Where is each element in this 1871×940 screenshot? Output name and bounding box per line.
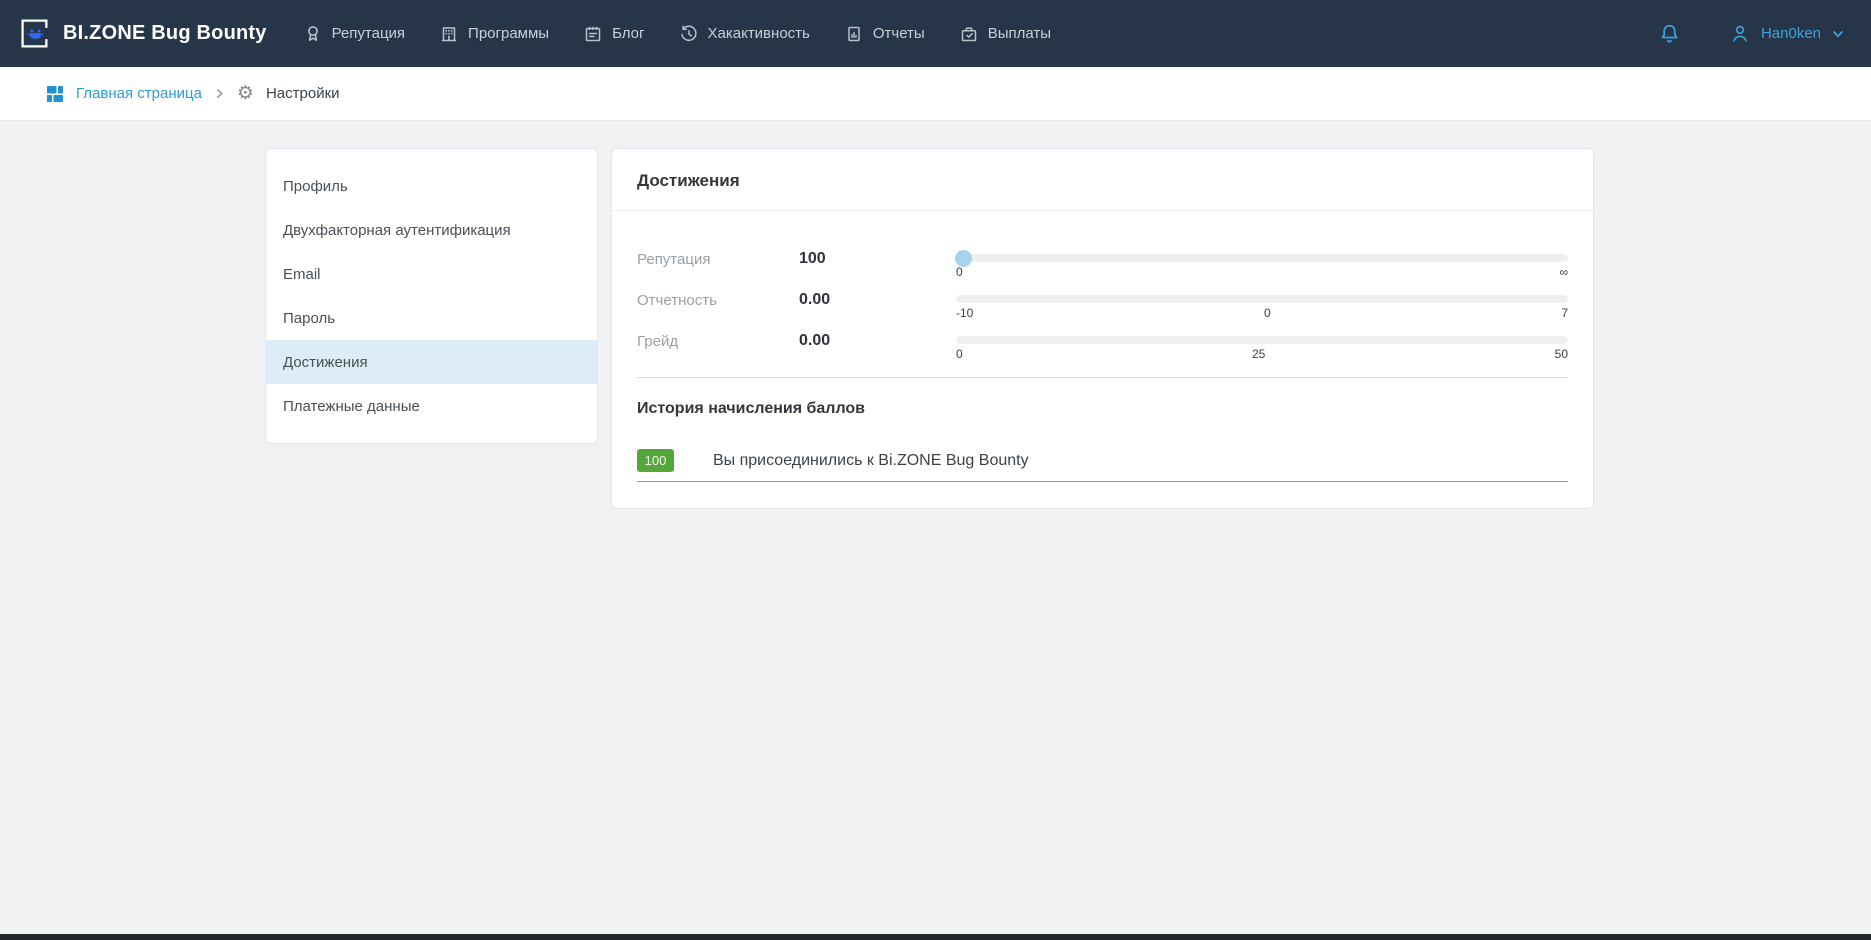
metric-row-reputation: Репутация 100 0 ∞ [637, 254, 1568, 279]
brand-title: BI.ZONE Bug Bounty [63, 22, 267, 45]
nav-item-payouts[interactable]: Выплаты [959, 24, 1051, 44]
breadcrumb-home-label: Главная страница [76, 85, 202, 102]
nav-item-blog[interactable]: Блог [583, 24, 644, 44]
sidebar-item-email[interactable]: Email [266, 252, 597, 296]
sidebar-item-achievements[interactable]: Достижения [266, 340, 597, 384]
medal-icon [303, 24, 323, 44]
history-entry-text: Вы присоединились к Bi.ZONE Bug Bounty [713, 452, 1029, 470]
breadcrumb-current: Настройки [266, 85, 340, 102]
tick-mid: 25 [1252, 347, 1265, 361]
achievements-panel: Достижения Репутация 100 0 ∞ Отчетность … [611, 148, 1594, 509]
slider-ticks: -10 0 7 [956, 306, 1568, 320]
metric-value: 0.00 [799, 333, 956, 349]
user-name: Han0ken [1761, 25, 1821, 42]
tick-max: ∞ [1559, 265, 1568, 279]
tick-mid: 0 [1264, 306, 1271, 320]
history-entry-row: 100 Вы присоединились к Bi.ZONE Bug Boun… [637, 449, 1568, 482]
metric-row-reporting: Отчетность 0.00 -10 0 7 [637, 295, 1568, 320]
tick-min: 0 [956, 347, 963, 361]
points-badge: 100 [637, 449, 674, 472]
top-navbar: BI.ZONE Bug Bounty Репутация [0, 0, 1871, 67]
reputation-slider: 0 ∞ [956, 254, 1568, 279]
points-history-title: История начисления баллов [637, 400, 1568, 418]
bizone-logo-icon [20, 18, 51, 49]
sidebar-item-payment-details[interactable]: Платежные данные [266, 384, 597, 428]
slider-thumb[interactable] [955, 250, 972, 267]
sidebar-item-password[interactable]: Пароль [266, 296, 597, 340]
report-icon [844, 24, 864, 44]
metric-label: Репутация [637, 252, 799, 268]
chevron-right-icon [214, 88, 225, 99]
dashboard-grid-icon [45, 84, 65, 104]
slider-track [956, 295, 1568, 303]
slider-track [956, 254, 1568, 262]
nav-label: Хакактивность [708, 25, 810, 42]
building-icon [439, 24, 459, 44]
metric-label: Отчетность [637, 293, 799, 309]
metric-label: Грейд [637, 334, 799, 350]
nav-item-reports[interactable]: Отчеты [844, 24, 925, 44]
slider-track [956, 336, 1568, 344]
navbar-right: Han0ken [1658, 22, 1845, 45]
breadcrumb: Главная страница ⚙ Настройки [0, 67, 1871, 121]
grade-slider: 0 25 50 [956, 336, 1568, 361]
history-icon [679, 24, 699, 44]
brand-logo[interactable]: BI.ZONE Bug Bounty [20, 18, 267, 49]
nav-label: Репутация [332, 25, 405, 42]
sidebar-item-profile[interactable]: Профиль [266, 164, 597, 208]
notifications-bell-icon[interactable] [1658, 22, 1681, 45]
nav-item-hackactivity[interactable]: Хакактивность [679, 24, 810, 44]
tick-min: -10 [956, 306, 973, 320]
divider [637, 377, 1568, 378]
slider-ticks: 0 ∞ [956, 265, 1568, 279]
sidebar-item-2fa[interactable]: Двухфакторная аутентификация [266, 208, 597, 252]
panel-header: Достижения [612, 149, 1593, 211]
user-menu[interactable]: Han0ken [1729, 23, 1845, 45]
metric-value: 100 [799, 251, 956, 267]
user-icon [1729, 23, 1751, 45]
nav-label: Выплаты [988, 25, 1051, 42]
breadcrumb-home-link[interactable]: Главная страница [45, 84, 202, 104]
panel-title: Достижения [637, 171, 1568, 191]
main-nav: Репутация Программы [303, 24, 1051, 44]
tick-min: 0 [956, 265, 963, 279]
briefcase-check-icon [959, 24, 979, 44]
nav-item-programs[interactable]: Программы [439, 24, 549, 44]
reporting-slider: -10 0 7 [956, 295, 1568, 320]
nav-label: Отчеты [873, 25, 925, 42]
bottom-edge-bar [0, 934, 1871, 940]
tick-max: 7 [1561, 306, 1568, 320]
slider-ticks: 0 25 50 [956, 347, 1568, 361]
metrics-block: Репутация 100 0 ∞ Отчетность 0.00 -10 [612, 211, 1593, 361]
nav-item-reputation[interactable]: Репутация [303, 24, 405, 44]
calendar-icon [583, 24, 603, 44]
metric-row-grade: Грейд 0.00 0 25 50 [637, 336, 1568, 361]
settings-sidebar: Профиль Двухфакторная аутентификация Ema… [265, 148, 598, 444]
points-history-section: История начисления баллов 100 Вы присоед… [612, 400, 1593, 508]
nav-label: Блог [612, 25, 644, 42]
metric-value: 0.00 [799, 292, 956, 308]
gear-icon: ⚙ [237, 84, 254, 103]
nav-label: Программы [468, 25, 549, 42]
chevron-down-icon [1831, 27, 1845, 41]
tick-max: 50 [1555, 347, 1568, 361]
